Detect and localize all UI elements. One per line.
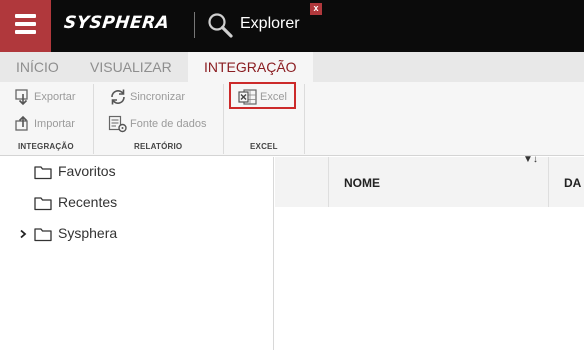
menu-bar-line [15, 22, 36, 26]
search-icon [208, 13, 233, 38]
folder-tree: Favoritos Recentes Sysphera [0, 157, 274, 350]
tree-item-recentes[interactable]: Recentes [0, 193, 274, 213]
group-label-excel: EXCEL [250, 142, 278, 151]
tree-item-label: Recentes [58, 194, 118, 210]
tab-inicio[interactable]: INÍCIO [16, 52, 59, 82]
chevron-right-icon[interactable] [19, 229, 27, 239]
group-divider [304, 84, 305, 154]
sync-button[interactable]: Sincronizar [108, 88, 185, 106]
import-label: Importar [34, 118, 75, 130]
sync-icon [111, 89, 125, 105]
brand-logo: SYSPHERA [62, 13, 171, 33]
top-bar: SYSPHERA Explorer x [0, 0, 584, 52]
data-source-label: Fonte de dados [130, 118, 207, 130]
excel-highlight-box [229, 82, 296, 109]
import-icon [15, 115, 28, 131]
data-source-button[interactable]: Fonte de dados [108, 115, 206, 133]
tree-item-favoritos[interactable]: Favoritos [0, 162, 274, 182]
import-button[interactable]: Importar [14, 115, 75, 133]
tree-item-sysphera[interactable]: Sysphera [0, 224, 274, 244]
filter-sort-icon[interactable]: ▼↓ [523, 154, 538, 165]
tab-visualizar[interactable]: VISUALIZAR [90, 52, 172, 82]
grid-body [275, 207, 584, 350]
app-title: Explorer [240, 15, 300, 32]
column-header-da[interactable]: DA [564, 176, 581, 190]
ribbon-tabs: INÍCIO VISUALIZAR INTEGRAÇÃO [0, 52, 584, 82]
folder-icon [34, 197, 52, 211]
folder-icon [34, 166, 52, 180]
tab-integracao[interactable]: INTEGRAÇÃO [188, 52, 313, 82]
export-button[interactable]: Exportar [14, 88, 76, 106]
tree-item-label: Favoritos [58, 163, 116, 179]
hamburger-menu-button[interactable] [0, 0, 51, 52]
column-header-nome[interactable]: NOME [344, 176, 380, 190]
tree-item-label: Sysphera [58, 225, 118, 241]
close-button[interactable]: x [310, 3, 322, 15]
menu-bar-line [15, 14, 36, 18]
group-label-integracao: INTEGRAÇÃO [18, 142, 74, 151]
group-divider [93, 84, 94, 154]
export-label: Exportar [34, 91, 76, 103]
column-divider [328, 157, 329, 207]
group-label-relatorio: RELATÓRIO [134, 142, 183, 151]
column-divider[interactable] [548, 157, 549, 207]
group-divider [223, 84, 224, 154]
data-source-icon [108, 115, 127, 133]
menu-bar-line [15, 30, 36, 34]
header-divider [194, 12, 195, 38]
sync-label: Sincronizar [130, 91, 186, 103]
folder-icon [34, 228, 52, 242]
export-icon [15, 89, 28, 106]
